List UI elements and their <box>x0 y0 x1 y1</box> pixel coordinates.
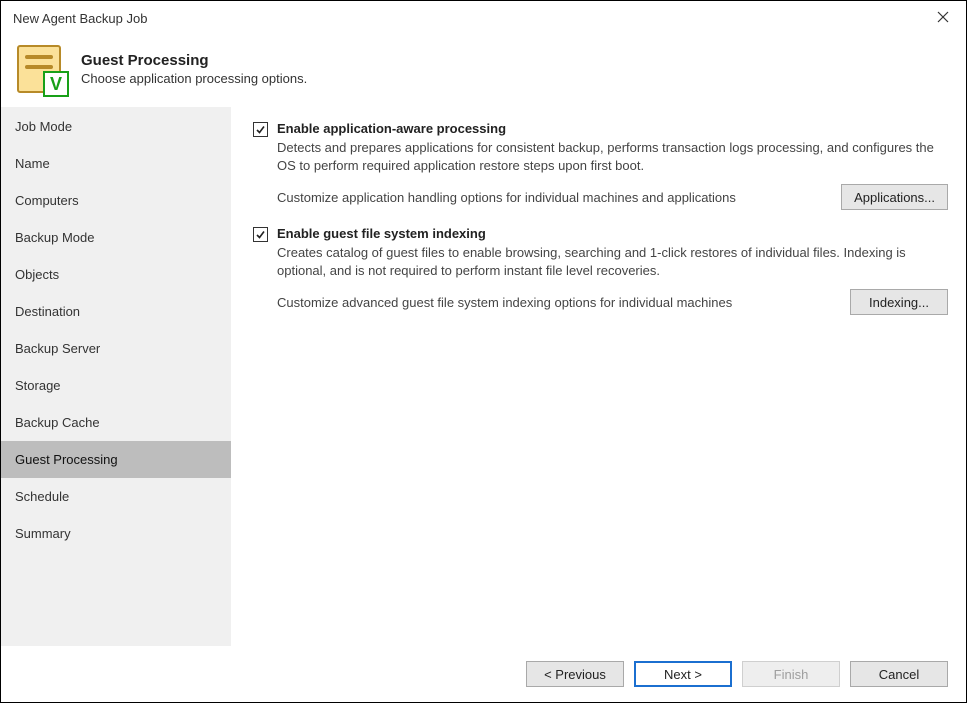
check-icon <box>255 124 266 135</box>
sidebar-item-objects[interactable]: Objects <box>1 256 231 293</box>
option-app-aware: Enable application-aware processing Dete… <box>253 121 948 210</box>
indexing-button[interactable]: Indexing... <box>850 289 948 315</box>
option-app-aware-customize-text: Customize application handling options f… <box>277 190 841 205</box>
wizard-sidebar: Job Mode Name Computers Backup Mode Obje… <box>1 107 231 646</box>
option-app-aware-desc: Detects and prepares applications for co… <box>277 139 948 174</box>
sidebar-item-guest-processing[interactable]: Guest Processing <box>1 441 231 478</box>
sidebar-item-backup-mode[interactable]: Backup Mode <box>1 219 231 256</box>
wizard-body: Job Mode Name Computers Backup Mode Obje… <box>1 107 966 646</box>
sidebar-item-backup-server[interactable]: Backup Server <box>1 330 231 367</box>
wizard-step-icon: V <box>15 43 67 95</box>
sidebar-item-destination[interactable]: Destination <box>1 293 231 330</box>
cancel-button[interactable]: Cancel <box>850 661 948 687</box>
step-subtitle: Choose application processing options. <box>81 71 307 86</box>
sidebar-item-job-mode[interactable]: Job Mode <box>1 108 231 145</box>
close-icon <box>937 10 949 27</box>
option-indexing-title: Enable guest file system indexing <box>277 226 948 241</box>
wizard-header-text: Guest Processing Choose application proc… <box>81 52 307 86</box>
wizard-window: New Agent Backup Job V Guest Processing … <box>0 0 967 703</box>
sidebar-item-storage[interactable]: Storage <box>1 367 231 404</box>
applications-button[interactable]: Applications... <box>841 184 948 210</box>
window-title: New Agent Backup Job <box>13 11 920 26</box>
wizard-footer: < Previous Next > Finish Cancel <box>1 646 966 702</box>
option-indexing: Enable guest file system indexing Create… <box>253 226 948 315</box>
checkbox-app-aware[interactable] <box>253 122 268 137</box>
sidebar-item-summary[interactable]: Summary <box>1 515 231 552</box>
sidebar-item-computers[interactable]: Computers <box>1 182 231 219</box>
checkbox-indexing[interactable] <box>253 227 268 242</box>
sidebar-item-name[interactable]: Name <box>1 145 231 182</box>
sidebar-item-schedule[interactable]: Schedule <box>1 478 231 515</box>
close-button[interactable] <box>920 1 966 35</box>
previous-button[interactable]: < Previous <box>526 661 624 687</box>
veeam-badge-icon: V <box>43 71 69 97</box>
option-app-aware-title: Enable application-aware processing <box>277 121 948 136</box>
option-indexing-customize-text: Customize advanced guest file system ind… <box>277 295 850 310</box>
finish-button: Finish <box>742 661 840 687</box>
option-indexing-desc: Creates catalog of guest files to enable… <box>277 244 948 279</box>
sidebar-item-backup-cache[interactable]: Backup Cache <box>1 404 231 441</box>
step-title: Guest Processing <box>81 52 307 69</box>
title-bar: New Agent Backup Job <box>1 1 966 35</box>
check-icon <box>255 229 266 240</box>
wizard-header: V Guest Processing Choose application pr… <box>1 35 966 107</box>
next-button[interactable]: Next > <box>634 661 732 687</box>
wizard-content: Enable application-aware processing Dete… <box>231 107 966 646</box>
